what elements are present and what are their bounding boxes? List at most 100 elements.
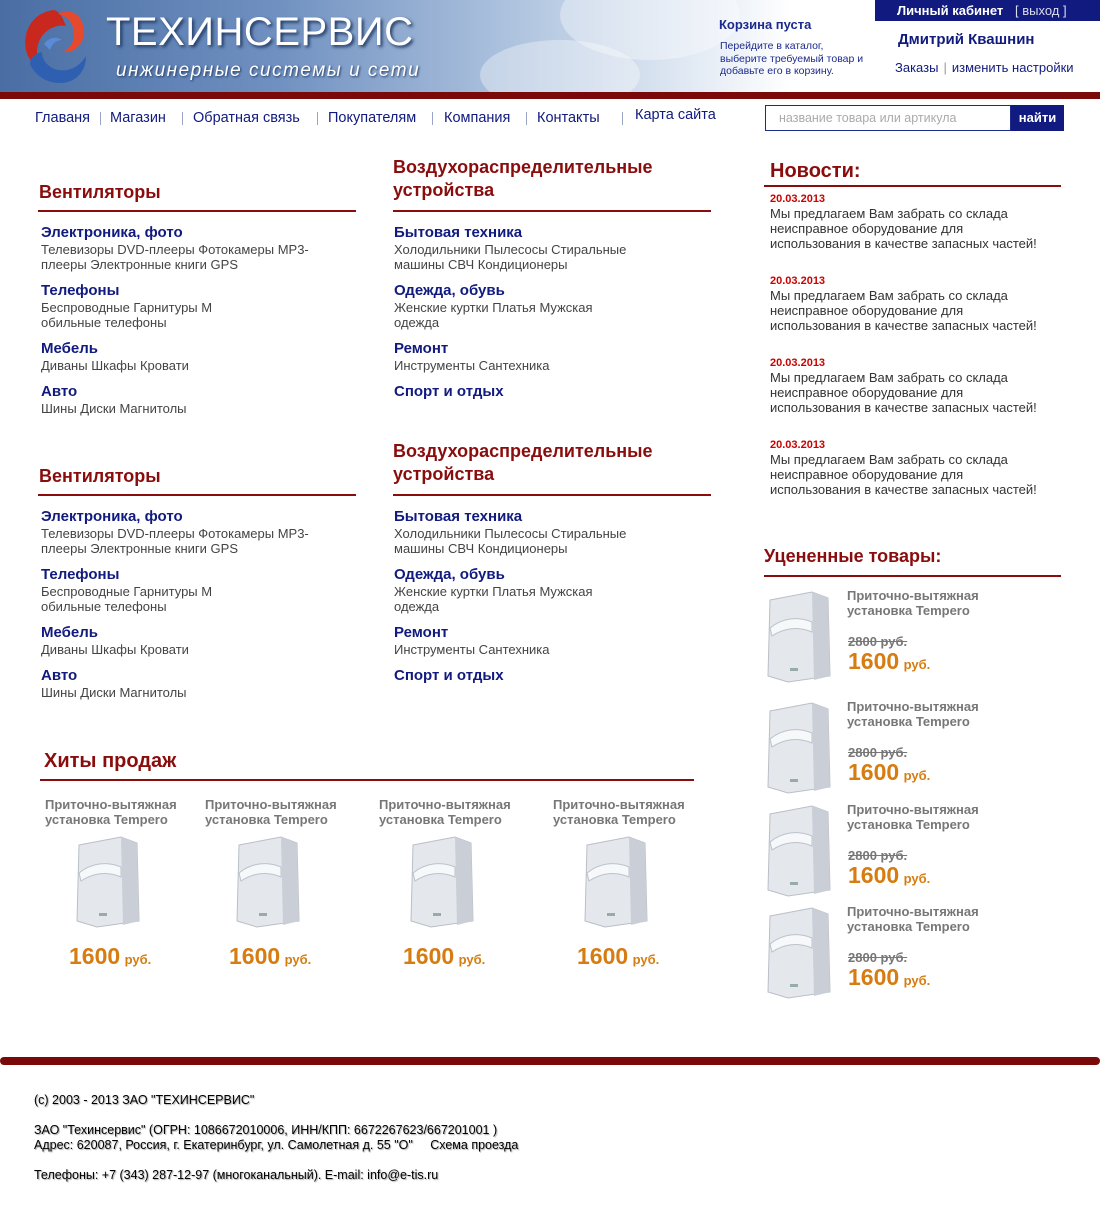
orders-link[interactable]: Заказы	[895, 60, 938, 75]
old-price: 2800 руб.	[848, 745, 908, 760]
logo-icon[interactable]	[14, 4, 92, 88]
category-desc: Шины Диски Магнитолы	[41, 401, 187, 416]
product-name[interactable]: Приточно-вытяжная установка Tempero	[847, 802, 1007, 832]
category-link[interactable]: Авто	[41, 667, 341, 685]
user-name[interactable]: Дмитрий Квашнин	[898, 31, 1035, 48]
category-heading[interactable]: Воздухораспределительные устройства	[393, 440, 693, 486]
discounted-product: Приточно-вытяжная установка Tempero 2800…	[760, 802, 1060, 902]
nav-separator	[622, 112, 623, 125]
search-box	[765, 105, 1011, 131]
category-heading[interactable]: Вентиляторы	[39, 465, 161, 488]
category-item: Бытовая техника Холодильники Пылесосы Ст…	[394, 224, 644, 272]
product-image[interactable]	[760, 802, 834, 898]
price-unit: руб.	[458, 952, 486, 967]
hits-heading: Хиты продаж	[44, 750, 177, 772]
nav-item-feedback[interactable]: Обратная связь	[193, 110, 300, 126]
product-name[interactable]: Приточно-вытяжная установка Tempero	[553, 797, 723, 827]
nav-item-customers[interactable]: Покупателям	[328, 110, 416, 126]
category-link[interactable]: Бытовая техника	[394, 224, 644, 242]
old-price: 2800 руб.	[848, 848, 908, 863]
product-name[interactable]: Приточно-вытяжная установка Tempero	[847, 904, 1007, 934]
category-link[interactable]: Одежда, обувь	[394, 282, 614, 300]
category-desc: Диваны Шкафы Кровати	[41, 358, 189, 373]
news-text[interactable]: Мы предлагаем Вам забрать со склада неис…	[770, 288, 1050, 333]
heading-rule	[764, 575, 1061, 577]
category-heading[interactable]: Вентиляторы	[39, 181, 161, 204]
price-value: 1600	[848, 648, 900, 674]
product-name[interactable]: Приточно-вытяжная установка Tempero	[847, 699, 1007, 729]
news-heading: Новости:	[770, 160, 861, 182]
product-name[interactable]: Приточно-вытяжная установка Tempero	[379, 797, 549, 827]
product-price: 1600 руб.	[848, 862, 930, 889]
nav-item-home[interactable]: Главаня	[35, 110, 90, 126]
category-item: Спорт и отдых	[394, 383, 694, 401]
category-link[interactable]: Мебель	[41, 624, 341, 642]
category-desc: Женские куртки Платья Мужская одежда	[394, 584, 593, 614]
price-unit: руб.	[903, 657, 931, 672]
settings-link[interactable]: изменить настройки	[952, 60, 1074, 75]
product-price: 1600 руб.	[848, 964, 930, 991]
footer-address: Адрес: 620087, Россия, г. Екатеринбург, …	[34, 1138, 413, 1152]
news-text[interactable]: Мы предлагаем Вам забрать со склада неис…	[770, 370, 1050, 415]
nav-item-contacts[interactable]: Контакты	[537, 110, 600, 126]
category-link[interactable]: Мебель	[41, 340, 341, 358]
category-link[interactable]: Ремонт	[394, 624, 694, 642]
category-link[interactable]: Одежда, обувь	[394, 566, 614, 584]
category-item: Одежда, обувь Женские куртки Платья Мужс…	[394, 566, 614, 614]
old-price: 2800 руб.	[848, 950, 908, 965]
product-name[interactable]: Приточно-вытяжная установка Tempero	[205, 797, 375, 827]
category-link[interactable]: Спорт и отдых	[394, 667, 694, 685]
map-link[interactable]: Схема проезда	[430, 1138, 518, 1152]
product-name[interactable]: Приточно-вытяжная установка Tempero	[45, 797, 215, 827]
nav-separator	[526, 112, 527, 125]
price-value: 1600	[848, 964, 900, 990]
category-heading[interactable]: Воздухораспределительные устройства	[393, 156, 693, 202]
news-text[interactable]: Мы предлагаем Вам забрать со склада неис…	[770, 206, 1050, 251]
cart-status[interactable]: Корзина пуста	[719, 17, 811, 32]
category-link[interactable]: Телефоны	[41, 282, 221, 300]
divider: |	[943, 60, 947, 75]
category-link[interactable]: Спорт и отдых	[394, 383, 694, 401]
product-image[interactable]	[229, 833, 303, 929]
category-link[interactable]: Телефоны	[41, 566, 221, 584]
category-item: Авто Шины Диски Магнитолы	[41, 667, 341, 700]
price-value: 1600	[69, 943, 121, 969]
search-button[interactable]: найти	[1011, 105, 1064, 131]
product-image[interactable]	[403, 833, 477, 929]
product-image[interactable]	[760, 904, 834, 1000]
category-item: Одежда, обувь Женские куртки Платья Мужс…	[394, 282, 614, 330]
news-date: 20.03.2013	[770, 275, 826, 287]
nav-item-company[interactable]: Компания	[444, 110, 510, 126]
category-item: Ремонт Инструменты Сантехника	[394, 340, 694, 373]
price-value: 1600	[403, 943, 455, 969]
category-desc: Инструменты Сантехника	[394, 642, 550, 657]
nav-item-sitemap[interactable]: Карта сайта	[635, 107, 716, 123]
product-image[interactable]	[760, 699, 834, 795]
discounted-product: Приточно-вытяжная установка Tempero 2800…	[760, 904, 1060, 1004]
category-link[interactable]: Ремонт	[394, 340, 694, 358]
logout-link[interactable]: [ выход ]	[1015, 3, 1067, 18]
category-link[interactable]: Авто	[41, 383, 341, 401]
cabinet-bar: Личный кабинет [ выход ]	[875, 0, 1100, 21]
product-image[interactable]	[69, 833, 143, 929]
price-unit: руб.	[284, 952, 312, 967]
search-input[interactable]	[766, 106, 1010, 130]
category-link[interactable]: Электроника, фото	[41, 224, 341, 242]
nav-item-shop[interactable]: Магазин	[110, 110, 166, 126]
category-link[interactable]: Электроника, фото	[41, 508, 341, 526]
product-image[interactable]	[577, 833, 651, 929]
product-price: 1600 руб.	[848, 759, 930, 786]
category-item: Ремонт Инструменты Сантехника	[394, 624, 694, 657]
product-name[interactable]: Приточно-вытяжная установка Tempero	[847, 588, 1007, 618]
heading-rule	[40, 779, 694, 781]
category-item: Электроника, фото Телевизоры DVD-плееры …	[41, 508, 341, 556]
news-text[interactable]: Мы предлагаем Вам забрать со склада неис…	[770, 452, 1050, 497]
logo-title[interactable]: ТЕХИНСЕРВИС	[106, 10, 414, 55]
product-image[interactable]	[760, 588, 834, 684]
cabinet-link[interactable]: Личный кабинет	[897, 3, 1003, 18]
category-link[interactable]: Бытовая техника	[394, 508, 644, 526]
product-price: 1600 руб.	[577, 943, 659, 970]
nav-separator	[317, 112, 318, 125]
hit-product: Приточно-вытяжная установка Tempero 1600…	[205, 797, 375, 969]
heading-rule	[38, 494, 356, 496]
